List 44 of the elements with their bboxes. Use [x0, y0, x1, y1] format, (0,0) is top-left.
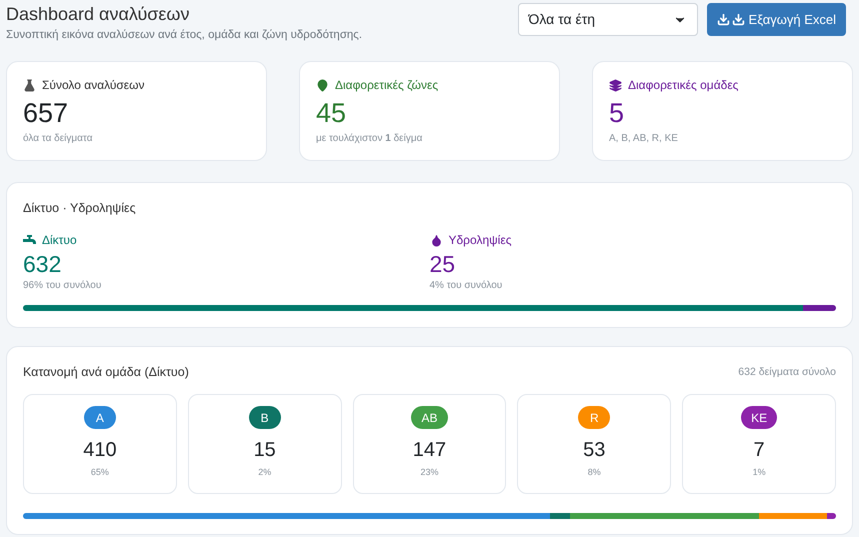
group-badge: B [248, 406, 281, 429]
year-select[interactable]: Όλα τα έτη [518, 3, 698, 36]
group-count: 53 [583, 438, 606, 462]
card-title: Κατανομή ανά ομάδα (Δίκτυο) [23, 364, 189, 382]
page-title: Dashboard αναλύσεων [6, 3, 190, 25]
flask-icon [23, 78, 36, 92]
source-value: 25 [430, 250, 456, 278]
droplet-icon [430, 234, 442, 246]
stat-label: Σύνολο αναλύσεων [42, 77, 145, 94]
group-percent: 2% [258, 466, 272, 479]
stat-value: 45 [316, 97, 348, 130]
group-percent: 23% [420, 466, 438, 479]
map-pin-icon [316, 78, 329, 92]
group-percent: 65% [90, 466, 109, 479]
card-title: Δίκτυο · Υδροληψίες [23, 200, 137, 218]
stat-value: 657 [23, 97, 70, 130]
stat-label: Διαφορετικές ζώνες [335, 77, 438, 94]
group-badge: A [84, 406, 116, 429]
group-count: 15 [254, 438, 276, 462]
group-percent: 8% [588, 466, 601, 479]
stat-label: Διαφορετικές ομάδες [628, 77, 738, 94]
stat-note: A, B, AB, R, KE [609, 132, 679, 146]
group-count: 410 [83, 438, 117, 462]
group-count: 7 [754, 438, 765, 462]
group-count: 147 [412, 438, 446, 462]
source-note: 4% του συνόλου [430, 279, 504, 293]
group-badge: AB [411, 406, 448, 429]
source-label: Δίκτυο [42, 232, 77, 249]
faucet-icon [23, 234, 36, 246]
total-count: 632 δείγματα σύνολο [738, 364, 836, 380]
group-badge: R [578, 406, 610, 429]
page-subtitle: Συνοπτική εικόνα αναλύσεων ανά έτος, ομάδα και ζώνη υδροδότησης. [6, 28, 362, 43]
stat-value: 5 [609, 97, 626, 130]
download-icon [716, 13, 730, 26]
stat-note: όλα τα δείγματα [23, 132, 94, 146]
stat-note: με τουλάχιστον 1 δείγμα [316, 132, 424, 146]
source-label: Υδροληψίες [448, 232, 512, 249]
download-icon [732, 13, 745, 26]
export-button[interactable]: Εξαγωγή Excel [706, 3, 846, 36]
group-badge: KE [741, 406, 778, 429]
source-value: 632 [23, 250, 62, 278]
layers-icon [609, 78, 622, 92]
group-percent: 1% [752, 466, 766, 479]
source-note: 96% του συνόλου [23, 279, 102, 293]
